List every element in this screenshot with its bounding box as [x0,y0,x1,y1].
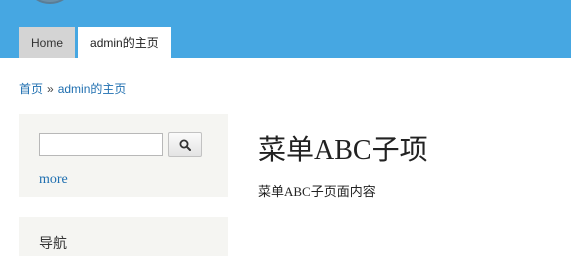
more-link[interactable]: more [39,172,68,188]
breadcrumb-home-link[interactable]: 首页 [19,82,43,96]
search-icon [179,139,191,151]
navigation-title: 导航 [39,235,67,251]
search-button[interactable] [168,132,202,157]
site-logo[interactable] [24,0,76,4]
navigation-block: 导航 [19,217,228,256]
page-title: 菜单ABC子项 [258,135,428,166]
breadcrumb-current-link[interactable]: admin的主页 [58,82,127,96]
search-input[interactable] [39,133,163,156]
tab-admin-home[interactable]: admin的主页 [78,27,171,58]
site-header: Home admin的主页 [0,0,571,58]
primary-tabs: Home admin的主页 [19,27,174,58]
tab-home[interactable]: Home [19,27,76,58]
page-body-text: 菜单ABC子页面内容 [258,184,376,199]
search-block: more [19,114,228,197]
breadcrumb-separator: » [47,82,54,96]
breadcrumb: 首页 » admin的主页 [19,80,126,97]
